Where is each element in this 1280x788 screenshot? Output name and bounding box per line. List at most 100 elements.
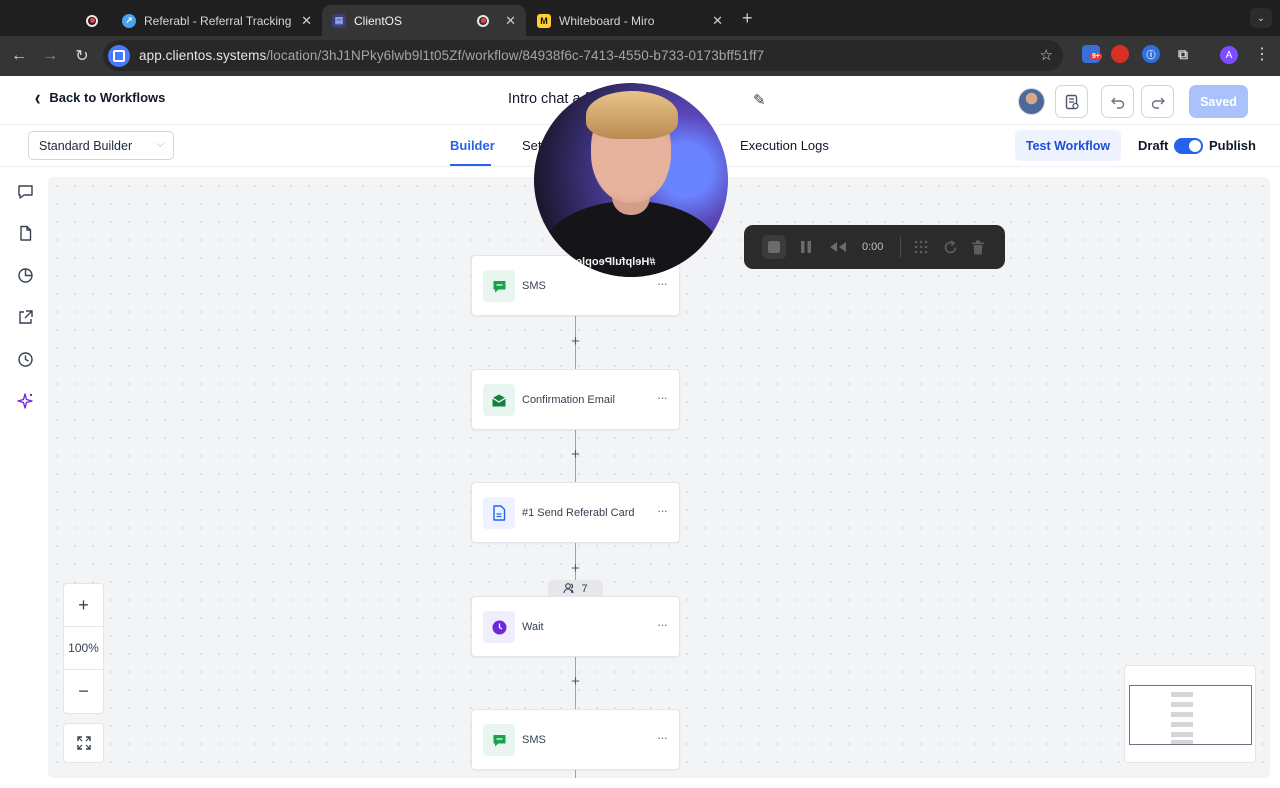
back-label: Back to Workflows — [49, 90, 166, 105]
undo-button[interactable] — [1101, 85, 1134, 118]
history-icon[interactable] — [14, 348, 36, 370]
browser-menu-icon[interactable]: ⋮ — [1254, 44, 1270, 64]
zoom-out-button[interactable]: − — [64, 670, 103, 713]
notes-icon — [1065, 94, 1079, 109]
tab-title: Whiteboard - Miro — [559, 13, 655, 28]
record-icon — [86, 14, 98, 27]
minimap[interactable] — [1124, 665, 1256, 763]
tab-title: Referabl - Referral Tracking P — [144, 13, 296, 28]
node-label: SMS — [522, 280, 546, 292]
pie-chart-icon[interactable] — [14, 264, 36, 286]
add-step-button[interactable]: + — [568, 334, 583, 349]
builder-mode-select[interactable]: Standard Builder ⌵ — [28, 131, 174, 160]
rewind-icon[interactable] — [827, 236, 849, 258]
node-menu-icon[interactable]: ··· — [657, 276, 668, 291]
tab-search-button[interactable]: ⌄ — [1250, 8, 1272, 28]
add-step-button[interactable]: + — [568, 447, 583, 462]
node-menu-icon[interactable]: ··· — [657, 730, 668, 745]
grid-icon[interactable] — [910, 236, 932, 258]
chat-icon[interactable] — [14, 180, 36, 202]
address-bar[interactable]: app.clientos.systems/location/3hJ1NPky6l… — [103, 40, 1063, 71]
external-link-icon[interactable] — [14, 306, 36, 328]
minimap-node — [1171, 702, 1193, 707]
recorder-extension-icon[interactable] — [1111, 45, 1129, 63]
minimap-node — [1171, 732, 1193, 737]
workflow-node-email[interactable]: Confirmation Email ··· — [471, 369, 680, 430]
node-menu-icon[interactable]: ··· — [657, 390, 668, 405]
minimap-node — [1171, 712, 1193, 717]
stop-recording-button[interactable] — [762, 235, 786, 259]
tab-builder[interactable]: Builder — [450, 138, 495, 153]
node-label: #1 Send Referabl Card — [522, 507, 635, 519]
trash-icon[interactable] — [967, 236, 989, 258]
contacts-count: 7 — [581, 582, 588, 595]
user-avatar[interactable] — [1018, 88, 1045, 115]
zoom-controls: + 100% − — [63, 583, 104, 714]
extensions-puzzle-icon[interactable]: ⧉ — [1174, 45, 1192, 63]
publish-toggle[interactable] — [1174, 138, 1203, 154]
minimap-node — [1171, 722, 1193, 727]
draft-label: Draft — [1138, 138, 1169, 153]
reload-icon[interactable]: ↻ — [70, 44, 94, 68]
webcam-person — [586, 91, 678, 139]
password-manager-icon[interactable]: ⓘ — [1142, 45, 1160, 63]
restart-icon[interactable] — [939, 236, 961, 258]
node-label: Wait — [522, 621, 544, 633]
record-icon — [477, 14, 490, 27]
fit-view-button[interactable] — [63, 723, 104, 763]
clientos-favicon-icon: ▤ — [332, 13, 346, 28]
tab-execution-logs[interactable]: Execution Logs — [740, 138, 829, 153]
node-label: Confirmation Email — [522, 394, 615, 406]
close-tab-icon[interactable]: ✕ — [712, 13, 723, 29]
contacts-count-badge[interactable]: 7 — [548, 580, 603, 597]
connector-line — [575, 770, 576, 778]
sms-icon — [483, 270, 515, 302]
active-tab-indicator — [450, 164, 491, 166]
edit-title-icon[interactable]: ✎ — [753, 91, 766, 109]
expand-icon — [76, 736, 91, 750]
tab-clientos[interactable]: ▤ ClientOS ✕ — [322, 5, 526, 36]
builder-mode-value: Standard Builder — [39, 138, 133, 153]
url-text[interactable]: app.clientos.systems/location/3hJ1NPky6l… — [139, 48, 764, 63]
add-step-button[interactable]: + — [568, 674, 583, 689]
minimap-node — [1171, 740, 1193, 744]
back-arrow-icon[interactable]: ← — [7, 44, 31, 68]
workflow-node-send-card[interactable]: #1 Send Referabl Card ··· — [471, 482, 680, 543]
node-label: SMS — [522, 734, 546, 746]
extension-badge: 9+ — [1090, 53, 1102, 60]
tab-referabl[interactable]: ↗ Referabl - Referral Tracking P ✕ — [112, 5, 322, 36]
tab-miro[interactable]: M Whiteboard - Miro ✕ — [527, 5, 733, 36]
close-tab-icon[interactable]: ✕ — [301, 13, 312, 29]
close-tab-icon[interactable]: ✕ — [505, 13, 516, 29]
pause-icon[interactable] — [795, 236, 817, 258]
shirt-print: #HelpfulPeople — [576, 256, 656, 268]
node-menu-icon[interactable]: ··· — [657, 503, 668, 518]
webcam-bubble[interactable]: #HelpfulPeople — [534, 83, 728, 277]
redo-button[interactable] — [1141, 85, 1174, 118]
miro-favicon-icon: M — [537, 13, 551, 28]
workflow-node-sms[interactable]: SMS ··· — [471, 709, 680, 770]
add-step-button[interactable]: + — [568, 561, 583, 576]
notes-button[interactable] — [1055, 85, 1088, 118]
sparkles-icon[interactable] — [14, 390, 36, 412]
email-icon — [483, 384, 515, 416]
test-workflow-button[interactable]: Test Workflow — [1015, 130, 1121, 161]
forward-arrow-icon[interactable]: → — [38, 44, 62, 68]
workflow-node-wait[interactable]: Wait ··· — [471, 596, 680, 657]
profile-avatar[interactable]: A — [1220, 46, 1238, 64]
node-menu-icon[interactable]: ··· — [657, 617, 668, 632]
zoom-in-button[interactable]: + — [64, 584, 103, 627]
bookmark-star-icon[interactable]: ☆ — [1040, 46, 1053, 64]
saved-button[interactable]: Saved — [1189, 85, 1248, 118]
file-icon[interactable] — [14, 222, 36, 244]
back-to-workflows-link[interactable]: ‹ Back to Workflows — [34, 86, 166, 108]
recording-timer: 0:00 — [862, 241, 884, 253]
redo-icon — [1151, 97, 1165, 109]
document-icon — [483, 497, 515, 529]
site-info-icon[interactable] — [108, 44, 130, 67]
sms-icon — [483, 724, 515, 756]
new-tab-button[interactable]: + — [742, 8, 753, 29]
zoom-level: 100% — [64, 627, 103, 670]
tab-title: ClientOS — [354, 13, 403, 28]
extension-icon[interactable]: 9+ — [1082, 45, 1102, 63]
